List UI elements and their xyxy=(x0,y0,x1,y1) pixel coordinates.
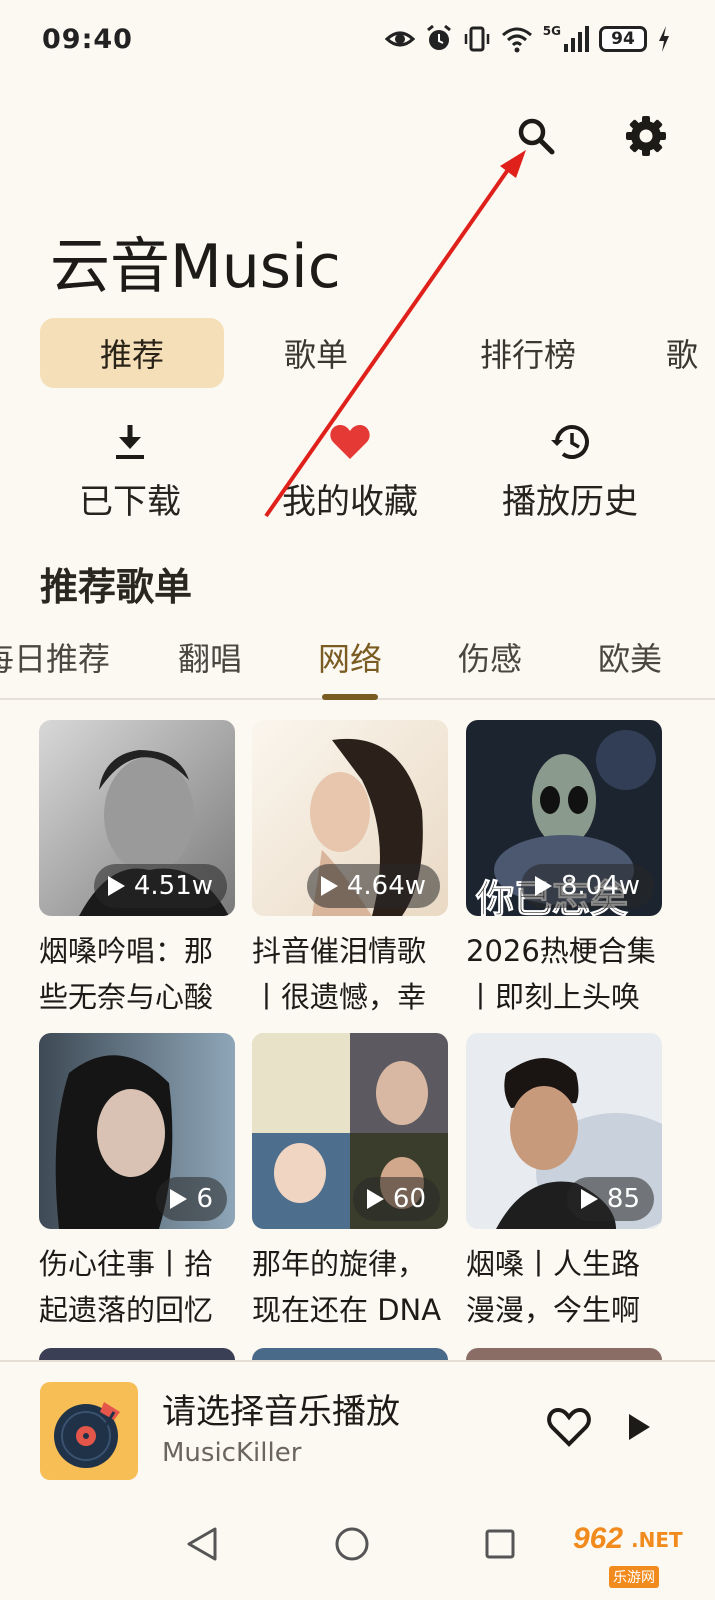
play-icon xyxy=(366,1189,384,1209)
main-tabs: 推荐 歌单 排行榜 歌 xyxy=(40,318,715,388)
playlist-title: 伤心往事丨拾起遗落的回忆 xyxy=(39,1247,214,1327)
play-count-badge: 85 xyxy=(566,1177,654,1221)
playlist-cover: 你已忘矣 8.04w xyxy=(466,720,662,916)
gear-icon xyxy=(626,116,666,156)
tab-more[interactable]: 歌 xyxy=(666,318,715,388)
history-button[interactable]: 播放历史 xyxy=(470,420,670,523)
watermark-sub: 乐游网 xyxy=(609,1566,659,1588)
recents-square-icon xyxy=(485,1529,515,1559)
watermark-domain: .NET xyxy=(631,1528,683,1552)
cat-daily[interactable]: 每日推荐 xyxy=(0,634,110,680)
play-count: 4.64w xyxy=(346,871,426,901)
playlist-cover: 85 xyxy=(466,1033,662,1229)
site-watermark: 962 .NET 乐游网 xyxy=(565,1522,715,1600)
vibrate-icon xyxy=(464,26,490,52)
search-icon xyxy=(518,118,555,155)
play-icon xyxy=(320,876,338,896)
mini-player[interactable]: 请选择音乐播放 MusicKiller xyxy=(0,1360,715,1494)
play-count-badge: 4.51w xyxy=(93,864,227,908)
watermark-logo: 962 xyxy=(573,1522,624,1555)
playlist-cover: 4.64w xyxy=(252,720,448,916)
tab-recommend[interactable]: 推荐 xyxy=(40,318,224,388)
download-icon xyxy=(116,425,144,459)
player-play-button[interactable] xyxy=(626,1412,656,1444)
playlist-cover: 6 xyxy=(39,1033,235,1229)
playlist-card[interactable]: 你已忘矣 8.04w 2026热梗合集丨即刻上头唤 xyxy=(466,720,662,1020)
active-tab-indicator xyxy=(322,694,378,700)
play-icon xyxy=(580,1189,598,1209)
eye-icon xyxy=(384,31,415,47)
play-count-badge: 60 xyxy=(352,1177,440,1221)
play-count-badge: 6 xyxy=(156,1177,227,1221)
downloaded-button[interactable]: 已下载 xyxy=(30,420,230,523)
heart-icon xyxy=(330,425,370,459)
play-count: 8.04w xyxy=(560,871,640,901)
alarm-icon xyxy=(426,24,451,50)
playlist-card[interactable]: 85 烟嗓丨人生路漫漫，今生啊 xyxy=(466,1033,662,1333)
wifi-icon xyxy=(501,27,532,53)
downloaded-label: 已下载 xyxy=(79,482,181,522)
playlist-cover: 60 xyxy=(252,1033,448,1229)
play-icon xyxy=(534,876,552,896)
home-circle-icon xyxy=(335,1527,369,1561)
app-title: 云音Music xyxy=(50,232,341,302)
category-tabs: 每日推荐 翻唱 网络 伤感 欧美 xyxy=(0,626,715,700)
player-cover xyxy=(40,1382,138,1480)
cat-cover[interactable]: 翻唱 xyxy=(178,634,242,680)
cat-western[interactable]: 欧美 xyxy=(598,634,662,680)
back-triangle-icon xyxy=(187,1527,217,1561)
tab-playlists[interactable]: 歌单 xyxy=(224,318,408,388)
heart-outline-icon xyxy=(547,1407,591,1447)
play-icon xyxy=(170,1189,188,1209)
network-type: 5G xyxy=(542,24,561,38)
playlist-card[interactable]: 4.51w 烟嗓吟唱：那些无奈与心酸 xyxy=(39,720,235,1020)
playlist-title: 那年的旋律，现在还在 DNA xyxy=(252,1247,442,1327)
status-bar: 09:40 5G 94 xyxy=(0,0,715,84)
playlist-title: 2026热梗合集丨即刻上头唤 xyxy=(466,934,656,1014)
playlist-title: 烟嗓吟唱：那些无奈与心酸 xyxy=(39,934,214,1014)
playlist-title: 烟嗓丨人生路漫漫，今生啊 xyxy=(466,1247,641,1327)
playlist-card[interactable]: 4.64w 抖音催泪情歌丨很遗憾，幸 xyxy=(252,720,448,1020)
history-label: 播放历史 xyxy=(502,482,638,522)
battery-indicator: 94 xyxy=(599,26,647,52)
play-count-badge: 8.04w xyxy=(520,864,654,908)
playlist-card[interactable]: 60 那年的旋律，现在还在 DNA xyxy=(252,1033,448,1333)
play-count: 4.51w xyxy=(133,871,213,901)
player-artist: MusicKiller xyxy=(162,1438,302,1468)
player-like-button[interactable] xyxy=(546,1406,592,1448)
play-icon xyxy=(107,876,125,896)
section-title: 推荐歌单 xyxy=(40,565,193,609)
cat-sad[interactable]: 伤感 xyxy=(458,634,522,680)
cat-network[interactable]: 网络 xyxy=(318,634,382,680)
tab-charts[interactable]: 排行榜 xyxy=(436,318,620,388)
status-time: 09:40 xyxy=(42,24,133,55)
vinyl-record-icon xyxy=(54,1402,120,1468)
play-count: 85 xyxy=(606,1184,640,1214)
settings-button[interactable] xyxy=(622,112,670,160)
playlist-title: 抖音催泪情歌丨很遗憾，幸 xyxy=(252,934,427,1014)
play-count-badge: 4.64w xyxy=(306,864,440,908)
signal-icon xyxy=(564,26,589,52)
playlist-card[interactable]: 6 伤心往事丨拾起遗落的回忆 xyxy=(39,1033,235,1333)
search-button[interactable] xyxy=(512,112,560,160)
history-icon xyxy=(551,425,589,459)
charging-icon xyxy=(659,26,669,52)
player-title: 请选择音乐播放 xyxy=(162,1392,400,1432)
play-icon xyxy=(629,1414,650,1440)
playlist-cover: 4.51w xyxy=(39,720,235,916)
nav-back-button[interactable] xyxy=(180,1522,224,1566)
nav-recents-button[interactable] xyxy=(478,1522,522,1566)
status-icons: 5G 94 xyxy=(384,24,671,54)
favorites-button[interactable]: 我的收藏 xyxy=(250,420,450,523)
play-count: 60 xyxy=(392,1184,426,1214)
nav-home-button[interactable] xyxy=(330,1522,374,1566)
play-count: 6 xyxy=(196,1184,213,1214)
favorites-label: 我的收藏 xyxy=(282,482,418,522)
